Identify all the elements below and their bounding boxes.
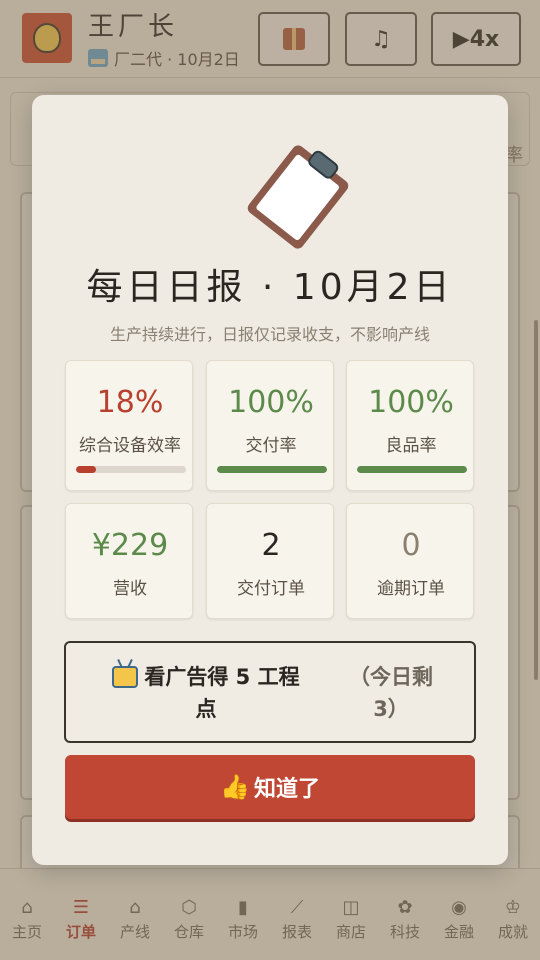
daily-report-modal: 每日日报 · 10月2日 生产持续进行，日报仅记录收支，不影响产线 18% 综合… (32, 95, 508, 865)
got-it-label: 知道了 (253, 777, 320, 802)
thumbs-up-icon: 👍 (220, 773, 250, 801)
stat-card-yield-rate: 100% 良品率 (346, 360, 474, 491)
watch-ad-button[interactable]: 看广告得 5 工程点 （今日剩 3） (64, 641, 476, 743)
stat-value: 2 (261, 528, 281, 563)
progress-fill (217, 466, 327, 473)
progress-bar (217, 466, 327, 473)
stat-label: 交付率 (245, 436, 297, 456)
got-it-button[interactable]: 👍 知道了 (65, 755, 475, 819)
progress-fill (357, 466, 467, 473)
stat-label: 综合设备效率 (79, 436, 181, 456)
modal-subtitle: 生产持续进行，日报仅记录收支，不影响产线 (109, 325, 430, 344)
stat-value: ¥229 (91, 528, 169, 563)
watch-ad-label: 看广告得 5 工程点 (144, 665, 300, 721)
stat-label: 交付订单 (237, 579, 305, 599)
clipboard-icon (245, 142, 351, 252)
stat-card-oee: 18% 综合设备效率 (65, 360, 193, 491)
watch-ad-label-wrap: 看广告得 5 工程点 (106, 661, 306, 725)
stat-value: 100% (368, 385, 454, 420)
stat-value: 0 (401, 528, 421, 563)
stat-card-overdue-orders: 0 逾期订单 (346, 503, 474, 619)
stat-value: 100% (228, 385, 314, 420)
ad-remaining-count: （今日剩 3） (349, 665, 433, 721)
progress-fill (76, 466, 96, 473)
stat-card-delivery-rate: 100% 交付率 (206, 360, 334, 491)
stat-label: 营收 (113, 579, 147, 599)
progress-bar (357, 466, 467, 473)
stat-card-revenue: ¥229 营收 (65, 503, 193, 619)
progress-bar (76, 466, 186, 473)
stat-label: 良品率 (385, 436, 437, 456)
stat-card-delivered-orders: 2 交付订单 (206, 503, 334, 619)
modal-title: 每日日报 · 10月2日 (86, 267, 454, 308)
stat-label: 逾期订单 (377, 579, 445, 599)
tv-icon (112, 666, 139, 688)
stat-value: 18% (96, 385, 164, 420)
